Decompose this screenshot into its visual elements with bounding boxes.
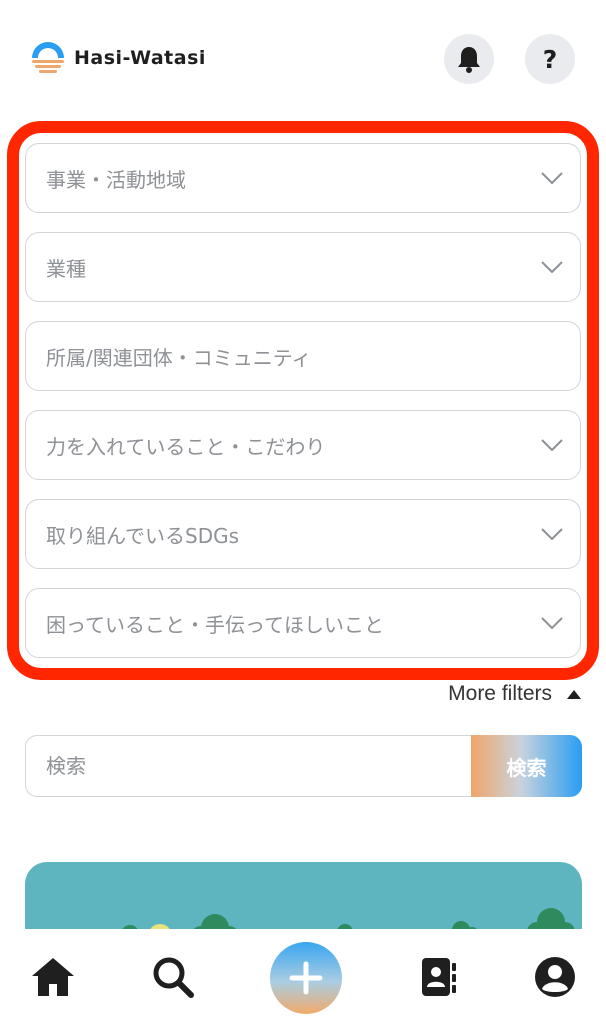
filter-focus-label: 力を入れていること・こだわり xyxy=(46,434,326,459)
add-button[interactable] xyxy=(270,942,342,1014)
filter-needs-select[interactable]: 困っていること・手伝ってほしいこと xyxy=(25,588,581,658)
nav-contacts-button[interactable] xyxy=(414,953,462,1001)
page: Hasi-Watasi ? 事業・活動地域 業種 所属/関連団体・コミュニティ … xyxy=(0,0,606,1024)
search-button[interactable]: 検索 xyxy=(471,735,582,797)
filter-industry-select[interactable]: 業種 xyxy=(25,232,581,302)
filter-region-select[interactable]: 事業・活動地域 xyxy=(25,143,581,213)
search-input[interactable] xyxy=(25,735,471,797)
filter-industry-label: 業種 xyxy=(46,256,86,281)
filter-affiliation-placeholder: 所属/関連団体・コミュニティ xyxy=(46,345,312,370)
logo[interactable]: Hasi-Watasi xyxy=(28,38,206,78)
nav-profile-button[interactable] xyxy=(531,953,579,1001)
help-icon: ? xyxy=(542,44,558,74)
filter-needs-label: 困っていること・手伝ってほしいこと xyxy=(46,612,384,637)
filter-focus-select[interactable]: 力を入れていること・こだわり xyxy=(25,410,581,480)
nav-home-button[interactable] xyxy=(29,953,77,1001)
search-icon xyxy=(153,957,194,998)
help-button[interactable]: ? xyxy=(525,34,575,84)
home-icon xyxy=(32,958,74,996)
chevron-down-icon xyxy=(540,255,564,279)
chevron-down-icon xyxy=(540,522,564,546)
notifications-button[interactable] xyxy=(444,34,494,84)
app-name: Hasi-Watasi xyxy=(74,47,206,69)
bell-icon xyxy=(458,47,480,73)
chevron-down-icon xyxy=(540,166,564,190)
more-filters-toggle[interactable]: More filters xyxy=(448,682,582,706)
contacts-icon xyxy=(422,958,456,996)
nav-search-button[interactable] xyxy=(149,953,197,1001)
chevron-down-icon xyxy=(540,433,564,457)
profile-icon xyxy=(535,957,575,997)
add-icon xyxy=(289,961,323,995)
header: Hasi-Watasi ? xyxy=(0,0,606,120)
bottom-nav xyxy=(0,929,606,1024)
filter-sdgs-label: 取り組んでいるSDGs xyxy=(46,523,240,548)
filter-sdgs-select[interactable]: 取り組んでいるSDGs xyxy=(25,499,581,569)
more-filters-label: More filters xyxy=(448,682,552,705)
filter-region-label: 事業・活動地域 xyxy=(46,167,186,192)
search-bar: 検索 xyxy=(25,735,582,797)
filter-affiliation-input[interactable]: 所属/関連団体・コミュニティ xyxy=(25,321,581,391)
caret-up-icon xyxy=(567,690,581,699)
chevron-down-icon xyxy=(540,611,564,635)
logo-icon xyxy=(32,42,64,73)
